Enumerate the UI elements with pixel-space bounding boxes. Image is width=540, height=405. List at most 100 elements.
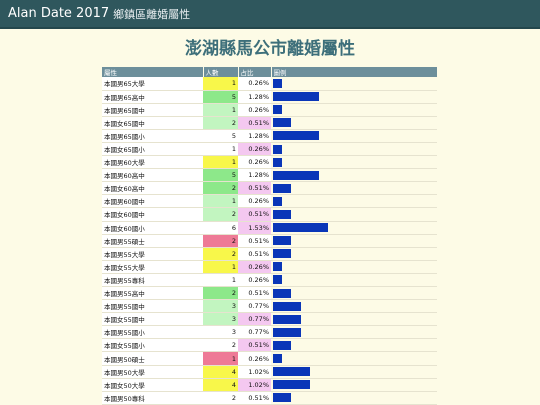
percent-cell: 0.77% <box>238 299 271 314</box>
attribute-cell: 本國女55大學 <box>102 260 203 274</box>
count-cell: 4 <box>203 378 238 392</box>
table-row: 本國男60高中 5 1.28% <box>102 168 437 183</box>
table-row: 本國男60大學 1 0.26% <box>102 155 437 170</box>
percent-cell: 0.26% <box>238 273 271 288</box>
table-row: 本國男65大學 1 0.26% <box>102 77 437 91</box>
legend-bar-cell <box>271 129 437 143</box>
count-cell: 2 <box>203 234 238 248</box>
app-header: Alan Date 2017 鄉鎮區離婚屬性 <box>0 0 540 29</box>
legend-bar-cell <box>271 77 437 91</box>
column-header-legend: 圖例 <box>271 67 438 77</box>
percent-cell: 0.26% <box>238 103 271 117</box>
table-header-row: 屬性 人數 占比 圖例 <box>102 67 438 77</box>
table-row: 本國女60高中 2 0.51% <box>102 181 437 196</box>
table-row: 本國男65國中 1 0.26% <box>102 103 437 117</box>
attribute-cell: 本國男50專科 <box>102 391 203 405</box>
count-cell: 3 <box>203 299 238 314</box>
legend-bar <box>273 249 291 259</box>
table-row: 本國女55國小 2 0.51% <box>102 338 437 353</box>
legend-bar <box>273 183 291 193</box>
percent-cell: 0.51% <box>238 391 271 405</box>
legend-bar-cell <box>271 351 437 366</box>
count-cell: 6 <box>203 221 238 235</box>
page-title: 澎湖縣馬公市離婚屬性 <box>185 39 355 59</box>
attribute-cell: 本國男60大學 <box>102 155 203 170</box>
percent-cell: 0.51% <box>238 247 271 261</box>
legend-bar <box>273 314 301 324</box>
app-title[interactable]: Alan Date 2017 <box>8 6 109 21</box>
legend-bar <box>273 223 328 233</box>
percent-cell: 0.51% <box>238 286 271 301</box>
legend-bar-cell <box>271 103 437 117</box>
legend-bar <box>273 157 282 167</box>
attribute-cell: 本國女60國中 <box>102 207 203 222</box>
percent-cell: 1.28% <box>238 129 271 143</box>
legend-bar-cell <box>271 325 437 340</box>
legend-bar-cell <box>271 116 437 130</box>
legend-bar-cell <box>271 181 437 196</box>
divorce-attribute-table: 屬性 人數 占比 圖例 本國男65大學 1 0.26% 本國男65高中 5 1.28% 本國… <box>102 67 438 405</box>
attribute-cell: 本國男55專科 <box>102 273 203 288</box>
count-cell: 1 <box>203 273 238 288</box>
legend-bar <box>273 393 291 403</box>
legend-bar <box>273 367 310 377</box>
legend-bar-cell <box>271 155 437 170</box>
legend-bar <box>273 327 301 337</box>
attribute-cell: 本國男55碩士 <box>102 234 203 248</box>
legend-bar <box>273 196 282 206</box>
attribute-cell: 本國男55大學 <box>102 247 203 261</box>
count-cell: 2 <box>203 247 238 261</box>
attribute-cell: 本國女55國中 <box>102 312 203 327</box>
legend-bar-cell <box>271 391 437 405</box>
table-row: 本國女55大學 1 0.26% <box>102 260 437 274</box>
legend-bar-cell <box>271 378 437 392</box>
table-row: 本國男55專科 1 0.26% <box>102 273 437 288</box>
page-subtitle: 鄉鎮區離婚屬性 <box>113 7 191 21</box>
legend-bar <box>273 262 282 272</box>
legend-bar <box>273 170 319 180</box>
percent-cell: 0.51% <box>238 207 271 222</box>
attribute-cell: 本國男65國中 <box>102 103 203 117</box>
legend-bar <box>273 340 291 350</box>
legend-bar <box>273 92 319 102</box>
percent-cell: 0.26% <box>238 194 271 209</box>
table-row: 本國男50大學 4 1.02% <box>102 365 437 379</box>
legend-bar <box>273 236 291 246</box>
legend-bar <box>273 301 301 311</box>
count-cell: 2 <box>203 391 238 405</box>
count-cell: 2 <box>203 116 238 130</box>
legend-bar <box>273 288 291 298</box>
percent-cell: 0.26% <box>238 155 271 170</box>
count-cell: 3 <box>203 325 238 340</box>
percent-cell: 0.77% <box>238 325 271 340</box>
legend-bar <box>273 118 291 128</box>
table-row: 本國女60國中 2 0.51% <box>102 207 437 222</box>
attribute-cell: 本國男55國中 <box>102 299 203 314</box>
count-cell: 3 <box>203 312 238 327</box>
column-header-percent: 占比 <box>238 67 272 77</box>
percent-cell: 0.51% <box>238 181 271 196</box>
attribute-cell: 本國男65高中 <box>102 90 203 104</box>
percent-cell: 1.28% <box>238 168 271 183</box>
legend-bar <box>273 209 291 219</box>
legend-bar-cell <box>271 221 437 235</box>
table-row: 本國男65高中 5 1.28% <box>102 90 437 104</box>
table-row: 本國男50專科 2 0.51% <box>102 391 437 405</box>
column-header-count: 人數 <box>203 67 239 77</box>
percent-cell: 1.53% <box>238 221 271 235</box>
count-cell: 1 <box>203 260 238 274</box>
legend-bar-cell <box>271 247 437 261</box>
legend-bar-cell <box>271 312 437 327</box>
count-cell: 1 <box>203 77 238 91</box>
legend-bar <box>273 105 282 115</box>
legend-bar-cell <box>271 338 437 353</box>
attribute-cell: 本國女60高中 <box>102 181 203 196</box>
count-cell: 1 <box>203 194 238 209</box>
percent-cell: 1.02% <box>238 378 271 392</box>
table-row: 本國男55高中 2 0.51% <box>102 286 437 301</box>
percent-cell: 0.26% <box>238 351 271 366</box>
table-row: 本國女65國中 2 0.51% <box>102 116 437 130</box>
attribute-cell: 本國女65國小 <box>102 142 203 157</box>
attribute-cell: 本國男65國小 <box>102 129 203 143</box>
attribute-cell: 本國男60國中 <box>102 194 203 209</box>
